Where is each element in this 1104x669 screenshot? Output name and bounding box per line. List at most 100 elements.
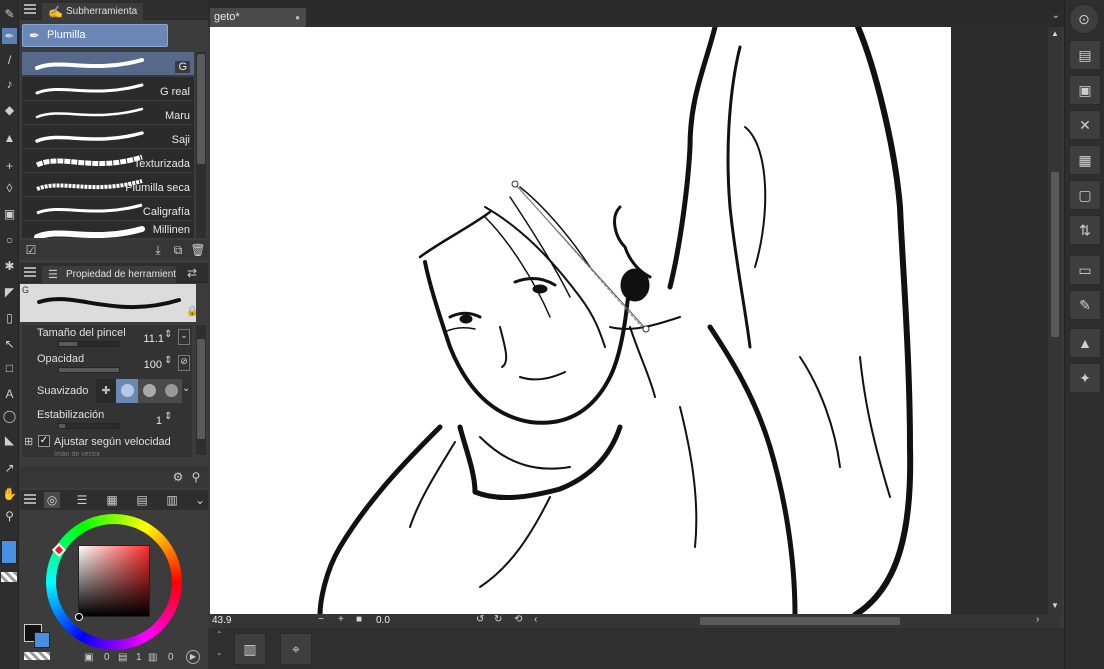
pen-tool-icon[interactable]: ✎ [2,6,17,22]
smoothing-grid-icon[interactable]: ✚ [96,379,116,403]
sub-color-swatch-strip[interactable] [1,540,17,564]
eraser-tool-icon[interactable]: ◆ [2,102,17,118]
color-mode-icon-2[interactable]: ▤ [118,652,127,663]
smoothing-option-3[interactable] [160,379,182,403]
panel-menu-icon[interactable] [24,494,36,504]
opacity-value[interactable]: 100 [132,359,162,371]
tab-list-chevron-icon[interactable]: ⌄ [1052,10,1060,21]
zoom-value[interactable]: 43.9 [212,615,231,626]
lock-icon[interactable]: 🔒 [186,306,198,317]
stabilization-slider[interactable] [58,423,120,429]
stabilization-value[interactable]: 1 [142,415,162,427]
rotate-right-icon[interactable]: ↻ [494,614,502,625]
color-slider-tab-icon[interactable]: ☰ [74,492,90,508]
scroll-right-icon[interactable]: › [1036,614,1039,625]
panel-menu-icon[interactable] [24,267,36,277]
property-scroll-thumb[interactable] [197,339,205,439]
brush-item-saji[interactable]: Saji [22,125,194,149]
brush-item-g[interactable]: G [22,52,194,76]
collapse-down-icon[interactable]: ⌄ [216,648,223,657]
auto-action-icon[interactable]: ▲ [1069,328,1101,358]
collapse-up-icon[interactable]: ⌃ [216,630,223,639]
airbrush-tool-icon[interactable]: ▲ [2,130,17,146]
delete-subtool-icon[interactable]: 🗑 [190,242,206,258]
smoothing-option-1[interactable] [116,379,138,403]
brush-list-scrollbar[interactable] [196,52,206,238]
hand-tool-icon[interactable]: ✋ [2,486,17,502]
brush-item-texturizada[interactable]: Texturizada [22,149,194,173]
brush-list-scroll-thumb[interactable] [197,54,205,164]
smoothing-dropdown-icon[interactable]: ⌄ [182,383,190,394]
item-bank-icon[interactable]: ✦ [1069,363,1101,393]
scroll-down-icon[interactable]: ▼ [1051,601,1059,610]
eyedropper-tool-icon[interactable]: ◤ [2,284,17,300]
zoom-slider-icon[interactable]: ■ [356,614,362,625]
brush-item-maru[interactable]: Maru [22,101,194,125]
import-subtool-icon[interactable]: ⤓ [150,242,166,258]
expand-icon[interactable]: ⊞ [24,435,33,448]
stabilization-spinner-icon[interactable]: ⇕ [164,411,172,422]
canvas-area[interactable] [210,27,1050,615]
pencil-tool-icon[interactable]: / [2,52,17,68]
scroll-up-icon[interactable]: ▲ [1051,29,1059,38]
color-mode-icon[interactable]: ▣ [84,652,93,663]
smoothing-option-2[interactable] [138,379,160,403]
navigator-icon[interactable]: ⊙ [1069,4,1099,34]
document-tab[interactable]: geto* ● [210,8,306,27]
adjust-velocity-checkbox[interactable]: ✓ [38,435,50,447]
brush-item-caligrafia[interactable]: Caligrafía [22,197,194,221]
timeline-button-icon[interactable]: ▥ [234,633,266,665]
gradient-tool-icon[interactable]: ▣ [2,206,17,222]
saturation-value-square[interactable] [78,545,150,617]
wrench-icon[interactable]: ⚙ [170,469,186,485]
select-tool-icon[interactable]: □ [2,360,17,376]
magic-wand-icon[interactable]: ✱ [2,258,17,274]
layer-transfer-icon[interactable]: ⇅ [1069,215,1101,245]
blend-tool-icon[interactable]: + [2,158,17,174]
brush-item-millinen[interactable]: Millinen [22,221,194,239]
transparent-swatch-strip[interactable] [1,572,17,582]
text-tool-icon[interactable]: A [2,386,17,402]
layer-property-icon[interactable]: ▣ [1069,75,1101,105]
opacity-link-icon[interactable]: ⊘ [178,355,190,371]
layer-folder-icon[interactable]: ▤ [1069,40,1101,70]
magnify-icon[interactable]: ⚲ [188,469,204,485]
brush-size-value[interactable]: 11.1 [132,333,164,345]
rotate-left-icon[interactable]: ↺ [476,614,484,625]
subtool-settings-icon[interactable]: ☑ [23,242,39,258]
opacity-spinner-icon[interactable]: ⇕ [164,355,172,366]
layer-search-icon[interactable]: ▢ [1069,180,1101,210]
color-mixing-tab-icon[interactable]: ▥ [164,492,180,508]
navigator-button-icon[interactable]: ⌖ [280,633,312,665]
brush-tool-icon[interactable]: ♪ [2,76,17,92]
zoom-tool-icon[interactable]: ⚲ [2,508,17,524]
material-icon[interactable]: ▭ [1069,255,1101,285]
frame-tool-icon[interactable]: ▯ [2,310,17,326]
layer-mask-icon[interactable]: ▦ [1069,145,1101,175]
play-icon[interactable]: ▶ [186,650,200,664]
line-tool-icon[interactable]: ◣ [2,432,17,448]
scroll-left-icon[interactable]: ‹ [534,614,537,625]
history-icon[interactable]: ✎ [1069,290,1101,320]
canvas-vertical-scrollbar[interactable]: ▲ ▼ [1048,27,1062,615]
color-panel-dropdown-icon[interactable]: ⌄ [192,492,208,508]
zoom-in-icon[interactable]: + [338,614,344,625]
pen-tool-active-icon[interactable]: ✒ [2,28,17,44]
reset-rotation-icon[interactable]: ⟲ [514,614,522,625]
canvas-hscroll-thumb[interactable] [700,617,900,625]
operation-tool-icon[interactable]: ↗ [2,460,17,476]
layer-delete-icon[interactable]: ✕ [1069,110,1101,140]
opacity-slider[interactable] [58,367,120,373]
move-tool-icon[interactable]: ↖ [2,336,17,352]
brush-size-slider[interactable] [58,341,120,347]
fill-tool-icon[interactable]: ◊ [2,180,17,196]
subtool-tab[interactable]: ✍ Subherramienta [42,3,144,20]
brush-size-dropdown-icon[interactable]: ⌄ [178,329,190,345]
color-set-tab-icon[interactable]: ▦ [104,492,120,508]
color-mode-icon-3[interactable]: ▥ [148,652,157,663]
brush-size-spinner-icon[interactable]: ⇕ [164,329,172,340]
sv-marker[interactable] [75,613,83,621]
brush-item-plumilla-seca[interactable]: Plumilla seca [22,173,194,197]
canvas-vscroll-thumb[interactable] [1051,172,1059,337]
subtool-group-button[interactable]: ✒ Plumilla [22,24,168,47]
